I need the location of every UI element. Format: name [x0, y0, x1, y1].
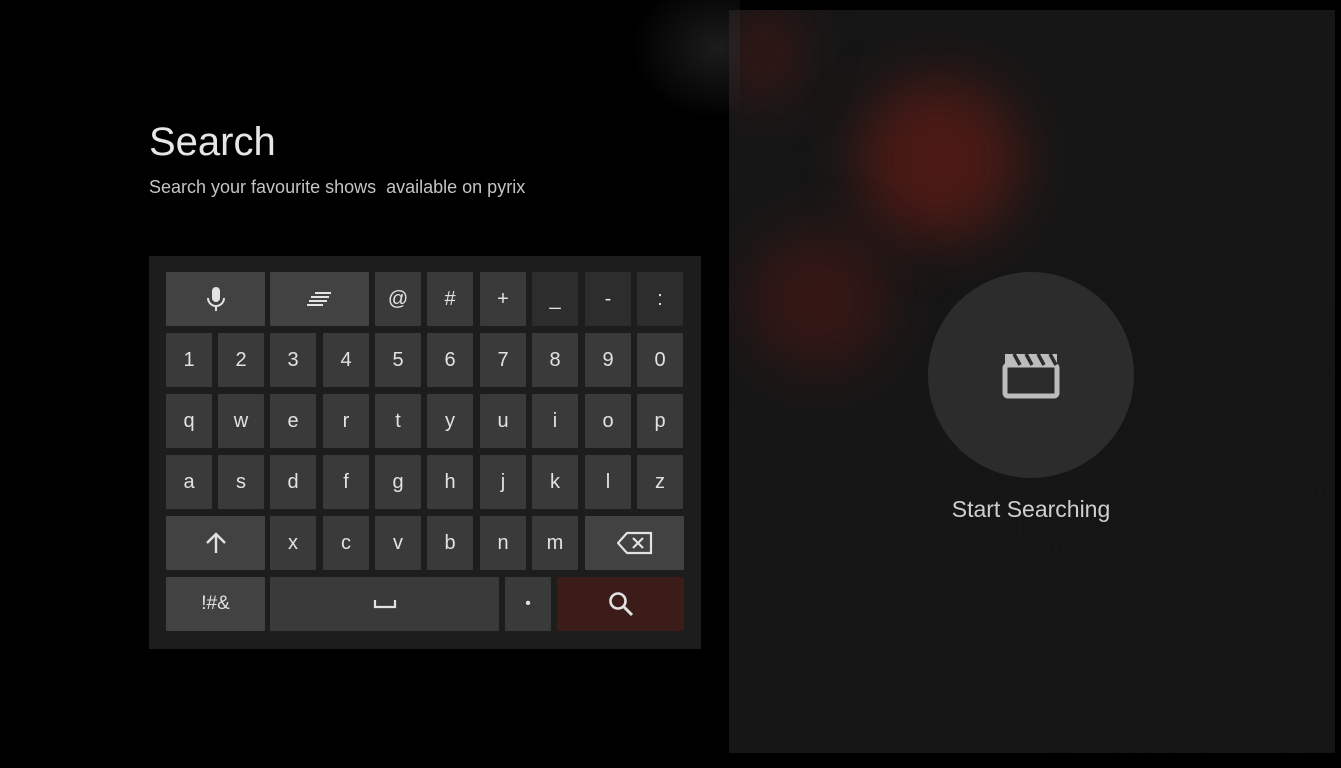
key-9[interactable]: 9	[585, 333, 631, 387]
empty-state-message: Start Searching	[951, 496, 1111, 522]
key-m[interactable]: m	[532, 516, 578, 570]
key-dot[interactable]: •	[505, 577, 551, 631]
key-7[interactable]: 7	[480, 333, 526, 387]
background-blur	[859, 80, 1019, 240]
key-r[interactable]: r	[323, 394, 369, 448]
voice-search-button[interactable]	[166, 272, 265, 326]
space-bar-icon	[373, 600, 396, 609]
clapperboard-icon	[1002, 353, 1060, 399]
key-f[interactable]: f	[323, 455, 369, 509]
key-2[interactable]: 2	[218, 333, 264, 387]
search-screen: Search Search your favourite shows avail…	[0, 0, 1341, 768]
key-j[interactable]: j	[480, 455, 526, 509]
page-subtitle: Search your favourite shows available on…	[149, 177, 526, 197]
on-screen-keyboard: @ # + _ - : 1 2 3 4 5 6 7 8 9 0 q w e r …	[149, 256, 701, 649]
symbols-button[interactable]: !#&	[166, 577, 265, 631]
key-u[interactable]: u	[480, 394, 526, 448]
empty-state: Start Searching	[928, 272, 1134, 523]
key-i[interactable]: i	[532, 394, 578, 448]
key-a[interactable]: a	[166, 455, 212, 509]
background-shadow	[630, 0, 740, 120]
microphone-icon	[206, 287, 225, 311]
shift-button[interactable]	[166, 516, 265, 570]
key-t[interactable]: t	[375, 394, 421, 448]
arrow-up-icon	[205, 532, 226, 553]
key-8[interactable]: 8	[532, 333, 578, 387]
page-title: Search	[149, 120, 276, 164]
backspace-button[interactable]	[585, 516, 684, 570]
backspace-icon	[616, 531, 652, 555]
key-4[interactable]: 4	[323, 333, 369, 387]
key-n[interactable]: n	[480, 516, 526, 570]
key-3[interactable]: 3	[270, 333, 316, 387]
search-button[interactable]	[557, 577, 684, 631]
key-l[interactable]: l	[585, 455, 631, 509]
search-icon	[608, 592, 633, 617]
key-5[interactable]: 5	[375, 333, 421, 387]
language-switch-button[interactable]	[270, 272, 369, 326]
key-underscore[interactable]: _	[532, 272, 578, 326]
key-e[interactable]: e	[270, 394, 316, 448]
key-o[interactable]: o	[585, 394, 631, 448]
key-6[interactable]: 6	[427, 333, 473, 387]
key-b[interactable]: b	[427, 516, 473, 570]
background-blur	[749, 230, 889, 370]
empty-state-circle	[928, 272, 1134, 478]
key-w[interactable]: w	[218, 394, 264, 448]
key-1[interactable]: 1	[166, 333, 212, 387]
key-x[interactable]: x	[270, 516, 316, 570]
key-d[interactable]: d	[270, 455, 316, 509]
key-0[interactable]: 0	[637, 333, 683, 387]
key-k[interactable]: k	[532, 455, 578, 509]
key-p[interactable]: p	[637, 394, 683, 448]
key-v[interactable]: v	[375, 516, 421, 570]
key-colon[interactable]: :	[637, 272, 683, 326]
space-button[interactable]	[270, 577, 499, 631]
key-y[interactable]: y	[427, 394, 473, 448]
key-q[interactable]: q	[166, 394, 212, 448]
key-c[interactable]: c	[323, 516, 369, 570]
key-hyphen[interactable]: -	[585, 272, 631, 326]
key-h[interactable]: h	[427, 455, 473, 509]
key-z[interactable]: z	[637, 455, 683, 509]
key-plus[interactable]: +	[480, 272, 526, 326]
key-hash[interactable]: #	[427, 272, 473, 326]
key-at[interactable]: @	[375, 272, 421, 326]
text-lines-icon	[306, 292, 331, 306]
key-g[interactable]: g	[375, 455, 421, 509]
key-s[interactable]: s	[218, 455, 264, 509]
